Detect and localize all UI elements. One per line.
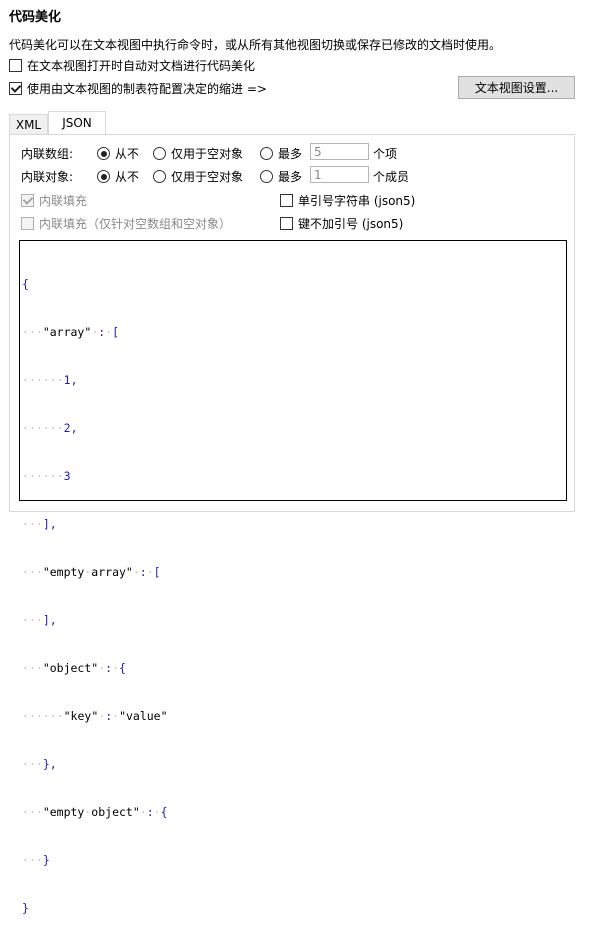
json-preview-code: { ···"array"·:·[ ······1, ······2, ·····… bbox=[22, 244, 566, 948]
inline-padding-empty-option: 内联填充（仅针对空数组和空对象） bbox=[21, 215, 231, 232]
inline-object-unit: 个成员 bbox=[373, 170, 410, 184]
inline-padding-empty-label: 内联填充（仅针对空数组和空对象） bbox=[39, 217, 232, 231]
inline-array-empty-label: 仅用于空对象 bbox=[171, 147, 244, 161]
json-preview[interactable]: { ···"array"·:·[ ······1, ······2, ·····… bbox=[19, 240, 567, 915]
preview-line: ···"empty·array"·:·[ bbox=[22, 565, 161, 579]
inline-padding-label: 内联填充 bbox=[39, 194, 88, 208]
unquoted-keys-option[interactable]: 键不加引号 (json5) bbox=[280, 215, 403, 232]
preview-line: ···], bbox=[22, 517, 57, 531]
inline-object-empty-label: 仅用于空对象 bbox=[171, 170, 244, 184]
inline-object-empty-radio[interactable] bbox=[153, 170, 166, 183]
single-quote-option[interactable]: 单引号字符串 (json5) bbox=[280, 192, 415, 209]
inline-array-max-input[interactable]: 5 bbox=[310, 143, 369, 160]
tab-xml[interactable]: XML bbox=[9, 114, 48, 134]
inline-object-max-radio[interactable] bbox=[260, 170, 273, 183]
inline-object-max-option[interactable]: 最多 bbox=[260, 168, 302, 185]
inline-array-unit: 个项 bbox=[373, 147, 398, 161]
use-tab-indent-option[interactable]: 使用由文本视图的制表符配置决定的缩进 => bbox=[9, 80, 267, 97]
preview-line: ···"empty·object"·:·{ bbox=[22, 805, 168, 819]
unquoted-keys-label: 键不加引号 (json5) bbox=[298, 217, 404, 231]
inline-array-never-option[interactable]: 从不 bbox=[97, 145, 139, 162]
preview-line: ···} bbox=[22, 853, 50, 867]
preview-line: ···"array"·:·[ bbox=[22, 325, 120, 339]
use-tab-indent-checkbox[interactable] bbox=[9, 82, 22, 95]
preview-line: ···}, bbox=[22, 757, 57, 771]
inline-array-empty-radio[interactable] bbox=[153, 147, 166, 160]
unquoted-keys-checkbox[interactable] bbox=[280, 217, 293, 230]
inline-array-label: 内联数组: bbox=[21, 147, 74, 161]
single-quote-checkbox[interactable] bbox=[280, 194, 293, 207]
inline-array-empty-option[interactable]: 仅用于空对象 bbox=[153, 145, 243, 162]
inline-padding-option: 内联填充 bbox=[21, 192, 87, 209]
auto-beautify-checkbox[interactable] bbox=[9, 59, 22, 72]
inline-object-max-label: 最多 bbox=[278, 170, 303, 184]
use-tab-indent-label: 使用由文本视图的制表符配置决定的缩进 => bbox=[27, 82, 267, 96]
inline-array-never-radio[interactable] bbox=[97, 147, 110, 160]
preview-line: ······"key"·:·"value" bbox=[22, 709, 168, 723]
inline-array-max-label: 最多 bbox=[278, 147, 303, 161]
preview-line: ······1, bbox=[22, 373, 78, 387]
preview-line: ···], bbox=[22, 613, 57, 627]
inline-object-label: 内联对象: bbox=[21, 170, 74, 184]
auto-beautify-option[interactable]: 在文本视图打开时自动对文档进行代码美化 bbox=[9, 57, 255, 74]
description-text: 代码美化可以在文本视图中执行命令时，或从所有其他视图切换或保存已修改的文档时使用… bbox=[9, 38, 502, 52]
inline-array-max-radio[interactable] bbox=[260, 147, 273, 160]
inline-object-never-label: 从不 bbox=[115, 170, 140, 184]
single-quote-label: 单引号字符串 (json5) bbox=[298, 194, 416, 208]
inline-array-never-label: 从不 bbox=[115, 147, 140, 161]
section-title: 代码美化 bbox=[9, 10, 62, 25]
tab-json[interactable]: JSON bbox=[48, 111, 106, 134]
inline-padding-empty-checkbox bbox=[21, 217, 34, 230]
inline-padding-checkbox bbox=[21, 194, 34, 207]
auto-beautify-label: 在文本视图打开时自动对文档进行代码美化 bbox=[27, 59, 256, 73]
inline-object-never-option[interactable]: 从不 bbox=[97, 168, 139, 185]
inline-object-never-radio[interactable] bbox=[97, 170, 110, 183]
text-view-settings-button[interactable]: 文本视图设置... bbox=[458, 76, 575, 99]
inline-array-max-option[interactable]: 最多 bbox=[260, 145, 302, 162]
preview-line: { bbox=[22, 277, 29, 291]
preview-line: ···"object"·:·{ bbox=[22, 661, 126, 675]
inline-object-max-input[interactable]: 1 bbox=[310, 166, 369, 183]
inline-object-empty-option[interactable]: 仅用于空对象 bbox=[153, 168, 243, 185]
preview-line: ······3 bbox=[22, 469, 71, 483]
preview-line: ······2, bbox=[22, 421, 78, 435]
preview-line: } bbox=[22, 901, 29, 915]
